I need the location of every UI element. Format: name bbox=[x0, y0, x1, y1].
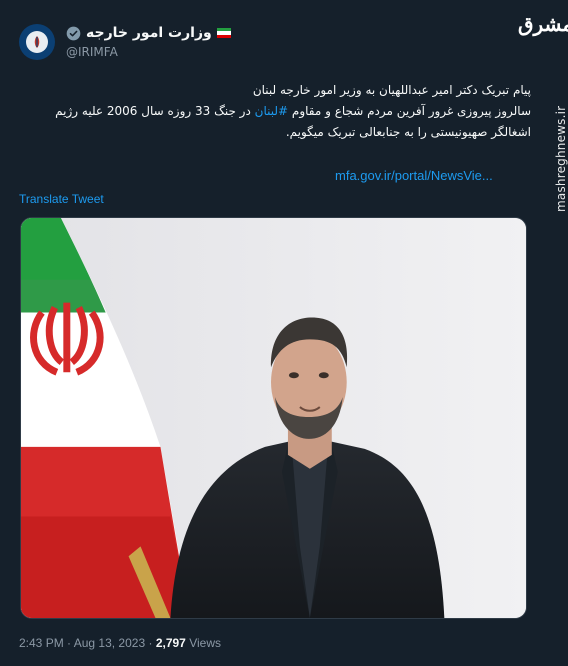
tweet-line-2: سالروز پیروزی غرور آفرین مردم شجاع و مقا… bbox=[11, 101, 531, 122]
watermark-site-text: mashreghnews.ir bbox=[554, 105, 568, 212]
account-handle[interactable]: @IRIMFA bbox=[66, 45, 231, 59]
avatar[interactable] bbox=[19, 24, 55, 60]
tweet-time[interactable]: 2:43 PM bbox=[19, 636, 64, 650]
tweet-line-2a: سالروز پیروزی غرور آفرین مردم شجاع و مقا… bbox=[291, 104, 531, 118]
tweet-meta: 2:43 PM · Aug 13, 2023 · 2,797 Views bbox=[19, 636, 221, 650]
tweet-line-2b: در جنگ 33 روزه سال 2006 علیه رژیم bbox=[55, 104, 251, 118]
ministry-emblem-icon bbox=[26, 31, 48, 53]
minister-portrait-image bbox=[21, 218, 526, 618]
iran-flag-icon bbox=[216, 28, 231, 38]
meta-separator-1: · bbox=[67, 636, 72, 650]
account-name[interactable]: وزارت امور خارجه bbox=[86, 25, 212, 41]
tweet-screenshot: مشرق mashreghnews.ir وزارت امور خارجه @I… bbox=[0, 0, 568, 666]
news-link[interactable]: mfa.gov.ir/portal/NewsVie... bbox=[335, 168, 493, 183]
tweet-date[interactable]: Aug 13, 2023 bbox=[74, 636, 145, 650]
views-count: 2,797 bbox=[155, 636, 186, 650]
hashtag-link[interactable]: #لبنان bbox=[255, 104, 288, 118]
tweet-header: وزارت امور خارجه @IRIMFA bbox=[66, 25, 231, 59]
watermark-logo: مشرق bbox=[518, 12, 568, 36]
verified-badge-icon bbox=[66, 26, 81, 40]
translate-tweet-link[interactable]: Translate Tweet bbox=[19, 192, 104, 206]
views-label: Views bbox=[189, 636, 221, 650]
account-name-row[interactable]: وزارت امور خارجه bbox=[66, 25, 231, 41]
tweet-photo[interactable] bbox=[20, 217, 527, 619]
tweet-text: پیام تبریک دکتر امیر عبداللهیان به وزیر … bbox=[11, 80, 531, 143]
tweet-line-1: پیام تبریک دکتر امیر عبداللهیان به وزیر … bbox=[252, 83, 531, 97]
watermark-site: mashreghnews.ir bbox=[540, 52, 568, 232]
meta-separator-2: · bbox=[148, 636, 153, 650]
tweet-line-3: اشغالگر صهیونیستی را به جنابعالی تبریک م… bbox=[285, 125, 531, 139]
